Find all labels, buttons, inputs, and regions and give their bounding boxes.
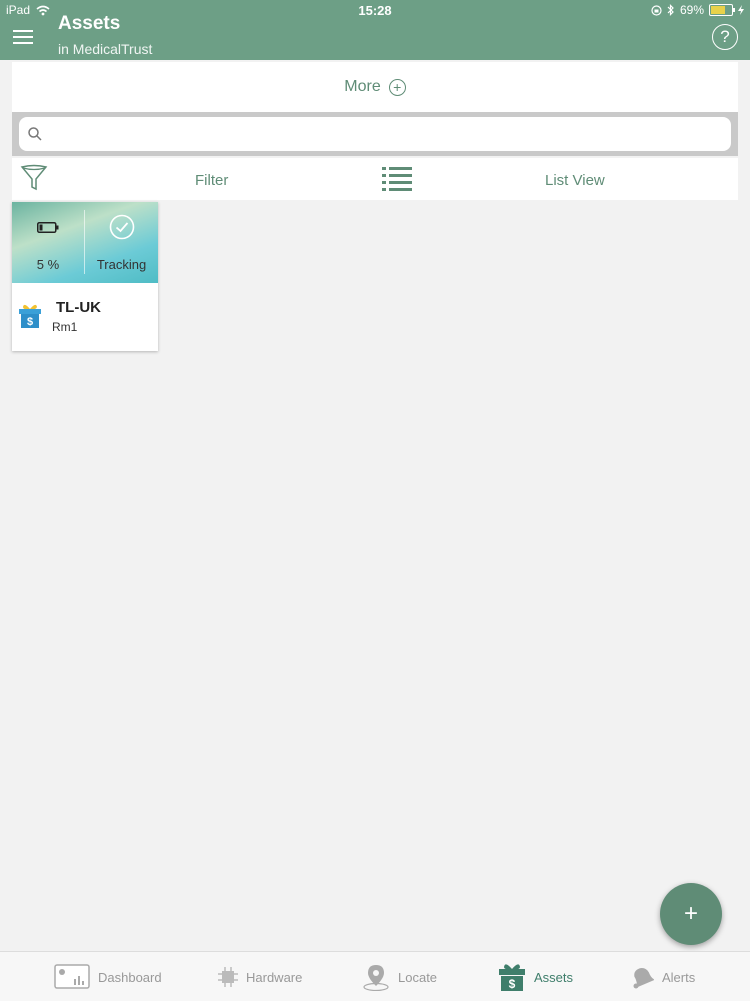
add-asset-button[interactable]: + (660, 883, 722, 945)
filter-button[interactable]: Filter (195, 172, 228, 189)
tab-label: Alerts (662, 969, 696, 985)
app-header: iPad 15:28 69% Assets in MedicalTrust ? (0, 0, 750, 60)
tab-label: Locate (398, 969, 438, 985)
plus-circle-icon: + (388, 78, 406, 96)
tab-label: Dashboard (98, 969, 162, 985)
tab-label: Assets (534, 969, 574, 985)
more-button[interactable]: More + (12, 62, 738, 112)
tab-dashboard[interactable]: Dashboard (54, 960, 162, 994)
chip-icon (218, 967, 238, 987)
location-pin-icon (363, 965, 389, 991)
more-label: More (344, 78, 381, 95)
orientation-lock-icon (651, 4, 662, 16)
asset-status: Tracking (96, 257, 147, 272)
asset-name: TL-UK (56, 299, 101, 316)
check-circle-icon (109, 214, 135, 240)
tab-alerts[interactable]: Alerts (630, 960, 695, 994)
asset-battery-percent: 5 % (36, 257, 60, 272)
search-input[interactable] (19, 117, 731, 151)
menu-icon[interactable] (13, 30, 33, 46)
svg-text:$: $ (509, 977, 516, 991)
page-subtitle: in MedicalTrust (58, 41, 153, 57)
charging-icon (738, 5, 744, 15)
help-icon[interactable]: ? (712, 24, 738, 50)
search-bar (12, 112, 738, 156)
tab-assets[interactable]: $ Assets (498, 960, 573, 994)
filter-funnel-icon[interactable] (20, 164, 48, 192)
battery-low-icon (37, 222, 59, 233)
search-icon (28, 127, 42, 141)
bottom-tab-bar: Dashboard Hardware Locate $ Assets Alert… (0, 951, 750, 1001)
filter-toolbar: Filter List View (12, 158, 738, 200)
battery-icon (709, 4, 735, 16)
battery-percent: 69% (679, 3, 704, 17)
tab-label: Hardware (246, 969, 303, 985)
gift-dollar-icon: $ (499, 964, 525, 991)
asset-location: Rm1 (52, 320, 78, 334)
list-view-icon[interactable] (382, 166, 412, 192)
page-title: Assets (58, 13, 121, 34)
bluetooth-icon (667, 4, 674, 16)
tab-hardware[interactable]: Hardware (218, 960, 302, 994)
dashboard-icon (54, 964, 90, 989)
asset-card[interactable]: 5 % Tracking $ TL-UK Rm1 (12, 202, 158, 351)
svg-text:$: $ (27, 316, 33, 328)
list-view-button[interactable]: List View (545, 172, 605, 189)
asset-card-header: 5 % Tracking (12, 202, 158, 283)
bell-icon (633, 968, 654, 989)
gift-dollar-icon: $ (19, 304, 41, 328)
tab-locate[interactable]: Locate (362, 960, 437, 994)
